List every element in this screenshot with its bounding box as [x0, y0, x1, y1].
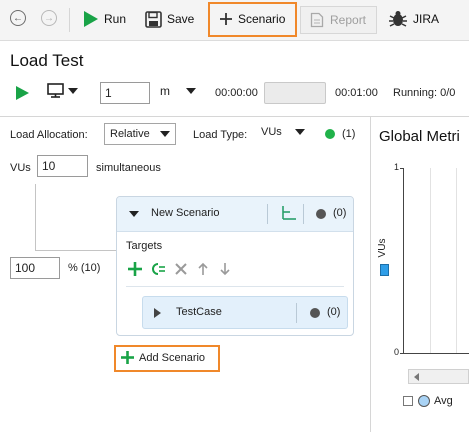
- section-divider: [0, 116, 469, 117]
- scenario-name: New Scenario: [151, 207, 220, 219]
- load-type-select[interactable]: VUs: [261, 126, 305, 138]
- grid-line: [456, 168, 457, 353]
- load-type-label: Load Type:: [193, 129, 248, 141]
- save-label: Save: [167, 12, 195, 26]
- vus-label: VUs: [10, 162, 31, 174]
- chevron-down-icon: [160, 131, 170, 137]
- add-target-icon[interactable]: [128, 262, 142, 276]
- row-divider: [296, 303, 297, 323]
- y-tick-top: 1: [394, 162, 400, 172]
- toolbar-divider: [69, 8, 70, 32]
- testcase-row[interactable]: TestCase (0): [142, 296, 348, 329]
- jira-button[interactable]: JIRA: [388, 6, 439, 32]
- targets-toolbar: [128, 262, 232, 276]
- unit-select[interactable]: m: [160, 84, 196, 98]
- y-axis-label: VUs: [376, 238, 388, 258]
- chevron-down-icon: [68, 87, 78, 94]
- duration-input[interactable]: 1: [100, 82, 150, 104]
- page-title: Load Test: [10, 51, 84, 70]
- status-dot-icon: [310, 308, 320, 318]
- move-down-icon[interactable]: [218, 262, 232, 276]
- back-icon[interactable]: ←: [10, 10, 26, 26]
- scroll-left-icon[interactable]: [414, 373, 419, 381]
- scenario-count: (0): [333, 207, 347, 219]
- load-allocation-label: Load Allocation:: [10, 129, 88, 141]
- targets-divider: [126, 286, 344, 287]
- report-button[interactable]: Report: [300, 6, 377, 34]
- running-status: Running: 0/0: [393, 87, 456, 99]
- forward-icon[interactable]: →: [41, 10, 57, 26]
- save-button[interactable]: Save: [145, 6, 194, 32]
- add-existing-target-icon[interactable]: [150, 262, 166, 276]
- avg-label: Avg: [434, 395, 453, 407]
- add-scenario-highlight: [114, 345, 220, 372]
- x-axis: [400, 353, 469, 354]
- status-dot-icon: [316, 209, 326, 219]
- legend-swatch: [380, 264, 389, 276]
- tree-connector: [35, 250, 116, 251]
- report-document-icon: [310, 12, 324, 28]
- chevron-down-icon: [295, 129, 305, 135]
- expand-icon[interactable]: [154, 308, 161, 318]
- tree-connector: [35, 184, 36, 250]
- avg-checkbox[interactable]: [403, 396, 413, 406]
- play-icon[interactable]: [14, 85, 30, 101]
- jira-label: JIRA: [413, 12, 440, 26]
- percent-input[interactable]: 100: [10, 257, 60, 279]
- grid-line: [430, 168, 431, 353]
- header-divider: [267, 204, 268, 224]
- panel-divider: [370, 116, 371, 432]
- delete-icon[interactable]: [174, 262, 188, 276]
- y-axis: [403, 168, 404, 354]
- collapse-icon[interactable]: [129, 211, 139, 217]
- percent-label: % (10): [68, 262, 101, 274]
- end-time: 00:01:00: [335, 87, 378, 99]
- y-tick-bottom: 0: [394, 347, 400, 357]
- scenario-header[interactable]: New Scenario (0): [117, 197, 353, 232]
- floppy-disk-icon: [145, 10, 162, 28]
- chart-scrollbar[interactable]: [408, 369, 469, 384]
- bug-icon: [389, 11, 407, 27]
- load-test-controls: 1 m 00:00:00 00:01:00 Running: 0/0: [0, 79, 469, 107]
- targets-label: Targets: [126, 240, 163, 252]
- chart-icon[interactable]: [282, 206, 296, 220]
- run-label: Run: [104, 12, 127, 26]
- play-icon: [84, 11, 98, 27]
- avg-radio[interactable]: [418, 395, 430, 407]
- progress-bar: [264, 82, 326, 104]
- chart-title: Global Metri: [379, 128, 460, 145]
- run-button[interactable]: Run: [81, 6, 126, 32]
- header-divider: [303, 204, 304, 224]
- status-count: (1): [342, 128, 356, 140]
- scenario-button-highlight: [208, 2, 297, 37]
- testcase-count: (0): [327, 306, 341, 318]
- chevron-down-icon: [186, 88, 196, 94]
- unit-value: m: [160, 84, 170, 98]
- y-tick-mark: [400, 168, 404, 169]
- simultaneous-label: simultaneous: [96, 162, 161, 174]
- move-up-icon[interactable]: [196, 262, 210, 276]
- load-allocation-select[interactable]: Relative: [104, 123, 176, 145]
- status-dot-icon: [325, 129, 335, 139]
- machine-selector[interactable]: [47, 83, 78, 98]
- load-type-value: VUs: [261, 126, 282, 138]
- load-allocation-value: Relative: [110, 128, 150, 140]
- monitor-icon: [47, 83, 64, 98]
- testcase-name: TestCase: [176, 306, 222, 318]
- report-label: Report: [330, 13, 367, 27]
- vus-input[interactable]: 10: [37, 155, 88, 177]
- start-time: 00:00:00: [215, 87, 258, 99]
